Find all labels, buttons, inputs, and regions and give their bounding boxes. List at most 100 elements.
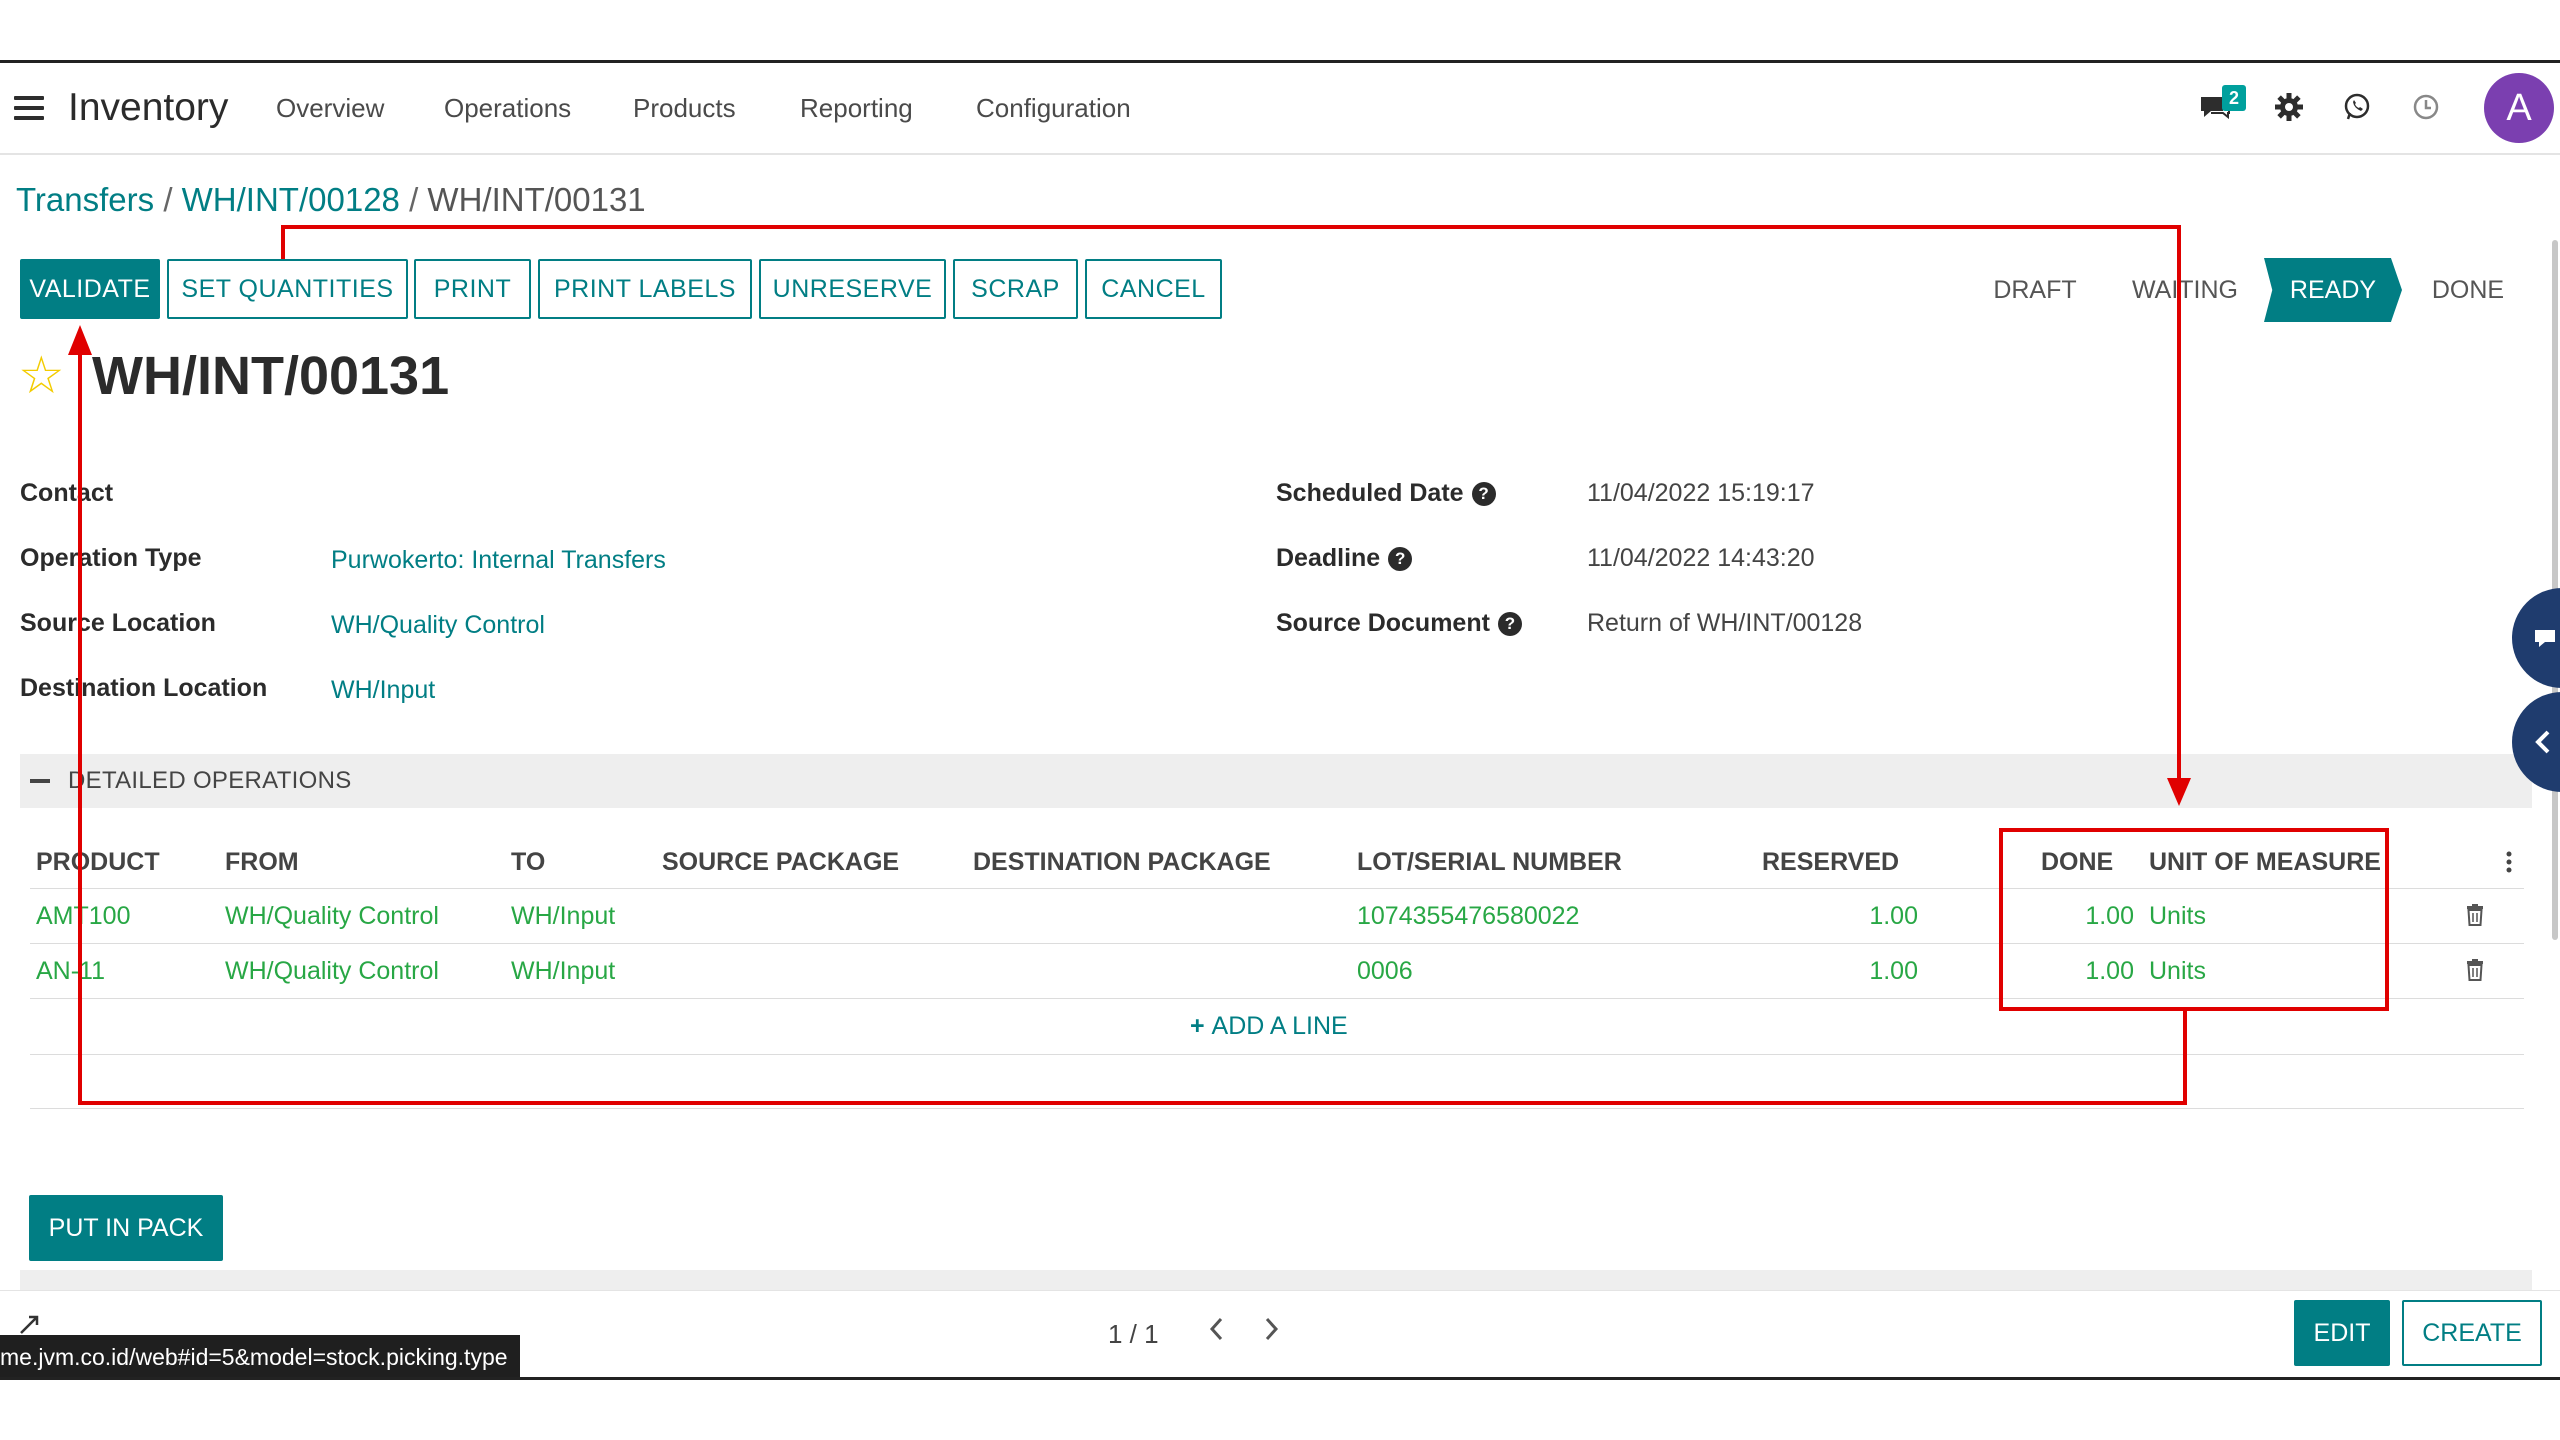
annotation-box-right — [2385, 828, 2389, 1011]
col-product[interactable]: PRODUCT — [36, 846, 160, 878]
row1-to[interactable]: WH/Input — [511, 900, 615, 932]
row2-done[interactable]: 1.00 — [2046, 955, 2134, 987]
row1-uom[interactable]: Units — [2149, 900, 2206, 932]
cancel-button[interactable]: CANCEL — [1085, 259, 1222, 319]
source-location-value[interactable]: WH/Quality Control — [331, 609, 545, 641]
table-divider — [30, 998, 2524, 999]
col-from[interactable]: FROM — [225, 846, 299, 878]
print-labels-button[interactable]: PRINT LABELS — [538, 259, 752, 319]
table-divider — [30, 1108, 2524, 1109]
bottom-border — [0, 1377, 2560, 1380]
annotation-box-left — [1999, 828, 2003, 1011]
add-line-label: ADD A LINE — [1211, 1012, 1348, 1040]
row2-product[interactable]: AN-11 — [36, 955, 105, 987]
row2-uom[interactable]: Units — [2149, 955, 2206, 987]
deadline-value[interactable]: 11/04/2022 14:43:20 — [1587, 542, 1815, 574]
col-source-package[interactable]: SOURCE PACKAGE — [662, 846, 899, 878]
annotation-line-top — [281, 225, 2181, 229]
annotation-line-right-down — [2177, 225, 2181, 785]
nav-operations[interactable]: Operations — [444, 92, 571, 124]
destination-location-label: Destination Location — [20, 674, 268, 702]
gear-icon[interactable] — [2270, 88, 2308, 126]
row1-from[interactable]: WH/Quality Control — [225, 900, 439, 932]
nav-reporting[interactable]: Reporting — [800, 92, 913, 124]
put-in-pack-button[interactable]: PUT IN PACK — [29, 1195, 223, 1261]
delete-row-icon[interactable] — [2466, 959, 2484, 986]
row1-done[interactable]: 1.00 — [2046, 900, 2134, 932]
table-divider — [30, 1054, 2524, 1055]
annotation-arrow-up-icon — [68, 325, 92, 360]
row1-lot[interactable]: 1074355476580022 — [1357, 900, 1579, 932]
annotation-line-bottom — [78, 1101, 2187, 1105]
column-options-icon[interactable] — [2506, 851, 2512, 873]
nav-overview[interactable]: Overview — [276, 92, 384, 124]
destination-location-value[interactable]: WH/Input — [331, 674, 435, 706]
unreserve-button[interactable]: UNRESERVE — [759, 259, 946, 319]
row2-reserved[interactable]: 1.00 — [1830, 955, 1918, 987]
contact-label: Contact — [20, 479, 114, 507]
annotation-line-left-up — [78, 350, 82, 1105]
user-avatar[interactable]: A — [2484, 73, 2554, 143]
help-icon[interactable]: ? — [1497, 612, 1522, 636]
breadcrumb-parent-transfer[interactable]: WH/INT/00128 — [182, 181, 400, 218]
source-document-value[interactable]: Return of WH/INT/00128 — [1587, 607, 1862, 639]
favorite-star-icon[interactable]: ☆ — [18, 348, 65, 404]
pager-value[interactable]: 1 / 1 — [1108, 1318, 1159, 1350]
annotation-arrow-down-icon — [2167, 778, 2191, 811]
breadcrumb-separator: / — [163, 181, 173, 218]
breadcrumb-current: WH/INT/00131 — [427, 181, 646, 218]
help-icon[interactable]: ? — [1471, 482, 1496, 506]
chat-bubble-icon[interactable] — [2512, 588, 2560, 688]
scheduled-date-value[interactable]: 11/04/2022 15:19:17 — [1587, 477, 1815, 509]
row1-product[interactable]: AMT100 — [36, 900, 130, 932]
breadcrumb-transfers[interactable]: Transfers — [16, 181, 154, 218]
scrap-button[interactable]: SCRAP — [953, 259, 1078, 319]
collapse-icon[interactable] — [30, 779, 50, 783]
row2-from[interactable]: WH/Quality Control — [225, 955, 439, 987]
detailed-operations-header[interactable] — [20, 754, 2532, 808]
status-ready[interactable]: READY — [2264, 258, 2402, 322]
whatsapp-icon[interactable] — [2338, 88, 2376, 126]
create-button[interactable]: CREATE — [2402, 1300, 2542, 1366]
set-quantities-button[interactable]: SET QUANTITIES — [167, 259, 408, 319]
pager-next-icon[interactable] — [1262, 1316, 1280, 1349]
operation-type-label: Operation Type — [20, 544, 202, 572]
record-title: WH/INT/00131 — [92, 346, 450, 406]
validate-button[interactable]: VALIDATE — [20, 259, 160, 319]
col-lot-serial[interactable]: LOT/SERIAL NUMBER — [1357, 846, 1622, 878]
message-badge: 2 — [2222, 85, 2246, 111]
print-button[interactable]: PRINT — [414, 259, 531, 319]
annotation-line-box-down — [2183, 1011, 2187, 1105]
delete-row-icon[interactable] — [2466, 904, 2484, 931]
add-line-button[interactable]: + ADD A LINE — [1190, 1010, 1348, 1042]
help-icon[interactable]: ? — [1388, 547, 1413, 571]
source-document-label: Source Document? — [1276, 607, 1522, 639]
plus-icon: + — [1190, 1012, 1212, 1040]
row2-to[interactable]: WH/Input — [511, 955, 615, 987]
col-unit-of-measure[interactable]: UNIT OF MEASURE — [2149, 846, 2381, 878]
annotation-box-top — [1999, 828, 2389, 832]
nav-products[interactable]: Products — [633, 92, 736, 124]
col-destination-package[interactable]: DESTINATION PACKAGE — [973, 846, 1271, 878]
row1-reserved[interactable]: 1.00 — [1830, 900, 1918, 932]
scheduled-date-label: Scheduled Date? — [1276, 477, 1496, 509]
detailed-operations-title[interactable]: DETAILED OPERATIONS — [68, 765, 352, 797]
col-to[interactable]: TO — [511, 846, 545, 878]
status-done[interactable]: DONE — [2400, 258, 2536, 322]
pager-previous-icon[interactable] — [1208, 1316, 1226, 1349]
status-draft[interactable]: DRAFT — [1960, 258, 2110, 322]
breadcrumb: Transfers / WH/INT/00128 / WH/INT/00131 — [16, 180, 646, 220]
edit-button[interactable]: EDIT — [2294, 1300, 2390, 1366]
nav-configuration[interactable]: Configuration — [976, 92, 1131, 124]
url-tooltip: me.jvm.co.id/web#id=5&model=stock.pickin… — [0, 1335, 520, 1379]
annotation-box-bottom — [1999, 1007, 2389, 1011]
row2-lot[interactable]: 0006 — [1357, 955, 1413, 987]
table-divider — [30, 943, 2524, 944]
status-waiting[interactable]: WAITING — [2110, 258, 2260, 322]
col-reserved[interactable]: RESERVED — [1762, 846, 1899, 878]
operation-type-value[interactable]: Purwokerto: Internal Transfers — [331, 544, 666, 576]
col-done[interactable]: DONE — [2041, 846, 2113, 878]
menu-icon[interactable] — [14, 96, 44, 122]
clock-icon[interactable] — [2407, 88, 2445, 126]
app-title[interactable]: Inventory — [68, 83, 228, 133]
